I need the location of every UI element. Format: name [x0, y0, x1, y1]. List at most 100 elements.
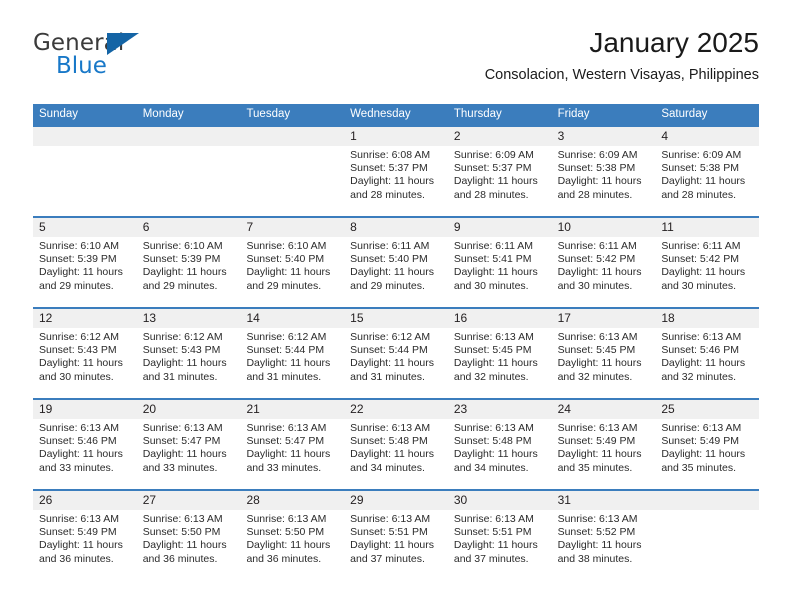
day-number[interactable]: 14: [240, 309, 344, 328]
day-number[interactable]: 24: [552, 400, 656, 419]
day-cell[interactable]: Sunrise: 6:09 AM Sunset: 5:38 PM Dayligh…: [552, 146, 656, 216]
day-number[interactable]: 5: [33, 218, 137, 237]
day-cell[interactable]: [137, 146, 241, 216]
day-number[interactable]: [655, 491, 759, 510]
day-cell[interactable]: Sunrise: 6:13 AM Sunset: 5:45 PM Dayligh…: [448, 328, 552, 398]
week-row: 1 2 3 4 Sunrise: 6:08 AM Sunset: 5:37 PM…: [33, 125, 759, 216]
day-cell[interactable]: Sunrise: 6:09 AM Sunset: 5:37 PM Dayligh…: [448, 146, 552, 216]
day-number[interactable]: 31: [552, 491, 656, 510]
sunset-text: Sunset: 5:51 PM: [453, 526, 532, 539]
sunrise-text: Sunrise: 6:10 AM: [142, 240, 223, 252]
day-cell[interactable]: Sunrise: 6:09 AM Sunset: 5:38 PM Dayligh…: [655, 146, 759, 216]
sunrise-text: Sunrise: 6:09 AM: [557, 149, 638, 161]
day-number[interactable]: 11: [655, 218, 759, 237]
day-cell[interactable]: Sunrise: 6:13 AM Sunset: 5:49 PM Dayligh…: [552, 419, 656, 489]
day-cell[interactable]: Sunrise: 6:13 AM Sunset: 5:48 PM Dayligh…: [344, 419, 448, 489]
day-cell[interactable]: Sunrise: 6:13 AM Sunset: 5:49 PM Dayligh…: [655, 419, 759, 489]
sunset-text: Sunset: 5:37 PM: [350, 162, 428, 175]
sunrise-text: Sunrise: 6:13 AM: [246, 513, 327, 525]
day-cell[interactable]: Sunrise: 6:13 AM Sunset: 5:46 PM Dayligh…: [655, 328, 759, 398]
sunrise-text: Sunrise: 6:13 AM: [246, 422, 327, 434]
sunset-text: Sunset: 5:52 PM: [557, 526, 636, 539]
day-number[interactable]: [33, 127, 137, 146]
daylight-text-line2: and 30 minutes.: [453, 279, 529, 292]
day-cell[interactable]: Sunrise: 6:13 AM Sunset: 5:51 PM Dayligh…: [344, 510, 448, 580]
day-cell[interactable]: Sunrise: 6:10 AM Sunset: 5:39 PM Dayligh…: [33, 237, 137, 307]
day-number[interactable]: 19: [33, 400, 137, 419]
day-cell[interactable]: Sunrise: 6:13 AM Sunset: 5:52 PM Dayligh…: [552, 510, 656, 580]
day-number[interactable]: 15: [344, 309, 448, 328]
day-cell[interactable]: [655, 510, 759, 580]
week-detail-band: Sunrise: 6:13 AM Sunset: 5:49 PM Dayligh…: [33, 510, 759, 580]
sunset-text: Sunset: 5:47 PM: [246, 435, 325, 448]
day-number[interactable]: 12: [33, 309, 137, 328]
day-number[interactable]: 27: [137, 491, 241, 510]
day-number[interactable]: 18: [655, 309, 759, 328]
day-number[interactable]: 23: [448, 400, 552, 419]
day-cell[interactable]: Sunrise: 6:13 AM Sunset: 5:51 PM Dayligh…: [448, 510, 552, 580]
day-cell[interactable]: Sunrise: 6:11 AM Sunset: 5:42 PM Dayligh…: [655, 237, 759, 307]
day-cell[interactable]: Sunrise: 6:11 AM Sunset: 5:42 PM Dayligh…: [552, 237, 656, 307]
sunset-text: Sunset: 5:38 PM: [661, 162, 739, 175]
day-number[interactable]: [137, 127, 241, 146]
day-cell[interactable]: Sunrise: 6:13 AM Sunset: 5:50 PM Dayligh…: [240, 510, 344, 580]
daylight-text-line2: and 37 minutes.: [453, 552, 529, 565]
day-cell[interactable]: Sunrise: 6:10 AM Sunset: 5:39 PM Dayligh…: [137, 237, 241, 307]
day-cell[interactable]: Sunrise: 6:08 AM Sunset: 5:37 PM Dayligh…: [344, 146, 448, 216]
day-cell[interactable]: Sunrise: 6:13 AM Sunset: 5:48 PM Dayligh…: [448, 419, 552, 489]
sunrise-text: Sunrise: 6:11 AM: [453, 240, 534, 252]
daylight-text-line1: Daylight: 11 hours: [246, 266, 331, 279]
day-number[interactable]: 2: [448, 127, 552, 146]
sunrise-text: Sunrise: 6:13 AM: [661, 331, 742, 343]
day-cell[interactable]: Sunrise: 6:13 AM Sunset: 5:50 PM Dayligh…: [137, 510, 241, 580]
daylight-text-line2: and 29 minutes.: [350, 279, 425, 292]
daylight-text-line2: and 33 minutes.: [142, 461, 218, 474]
day-cell[interactable]: Sunrise: 6:13 AM Sunset: 5:49 PM Dayligh…: [33, 510, 137, 580]
day-cell[interactable]: Sunrise: 6:13 AM Sunset: 5:47 PM Dayligh…: [137, 419, 241, 489]
day-cell[interactable]: [33, 146, 137, 216]
day-number[interactable]: 8: [344, 218, 448, 237]
day-number[interactable]: 1: [344, 127, 448, 146]
sunrise-text: Sunrise: 6:13 AM: [39, 513, 119, 525]
day-number[interactable]: 7: [240, 218, 344, 237]
day-number[interactable]: 25: [655, 400, 759, 419]
day-cell[interactable]: Sunrise: 6:13 AM Sunset: 5:46 PM Dayligh…: [33, 419, 137, 489]
week-day-number-band: 19 20 21 22 23 24 25: [33, 400, 759, 419]
day-number[interactable]: 22: [344, 400, 448, 419]
day-number[interactable]: 6: [137, 218, 241, 237]
day-cell[interactable]: Sunrise: 6:13 AM Sunset: 5:47 PM Dayligh…: [240, 419, 344, 489]
day-number[interactable]: 10: [552, 218, 656, 237]
title-block: January 2025 Consolacion, Western Visaya…: [485, 26, 759, 84]
daylight-text-line1: Daylight: 11 hours: [557, 448, 642, 461]
day-number[interactable]: [240, 127, 344, 146]
day-cell[interactable]: Sunrise: 6:11 AM Sunset: 5:41 PM Dayligh…: [448, 237, 552, 307]
day-number[interactable]: 30: [448, 491, 552, 510]
sunset-text: Sunset: 5:50 PM: [246, 526, 325, 539]
daylight-text-line1: Daylight: 11 hours: [661, 357, 746, 370]
day-cell[interactable]: Sunrise: 6:12 AM Sunset: 5:43 PM Dayligh…: [137, 328, 241, 398]
day-number[interactable]: 3: [552, 127, 656, 146]
day-number[interactable]: 17: [552, 309, 656, 328]
daylight-text-line1: Daylight: 11 hours: [350, 539, 435, 552]
day-number[interactable]: 20: [137, 400, 241, 419]
day-number[interactable]: 29: [344, 491, 448, 510]
day-number[interactable]: 4: [655, 127, 759, 146]
day-number[interactable]: 13: [137, 309, 241, 328]
day-number[interactable]: 21: [240, 400, 344, 419]
general-blue-logo[interactable]: General Blue: [33, 30, 173, 82]
day-cell[interactable]: Sunrise: 6:10 AM Sunset: 5:40 PM Dayligh…: [240, 237, 344, 307]
day-number[interactable]: 26: [33, 491, 137, 510]
day-cell[interactable]: Sunrise: 6:12 AM Sunset: 5:43 PM Dayligh…: [33, 328, 137, 398]
daylight-text-line1: Daylight: 11 hours: [246, 357, 331, 370]
daylight-text-line1: Daylight: 11 hours: [453, 266, 538, 279]
day-number[interactable]: 28: [240, 491, 344, 510]
sunset-text: Sunset: 5:49 PM: [661, 435, 739, 448]
daylight-text-line1: Daylight: 11 hours: [661, 448, 746, 461]
day-cell[interactable]: Sunrise: 6:12 AM Sunset: 5:44 PM Dayligh…: [344, 328, 448, 398]
day-cell[interactable]: Sunrise: 6:11 AM Sunset: 5:40 PM Dayligh…: [344, 237, 448, 307]
day-cell[interactable]: Sunrise: 6:13 AM Sunset: 5:45 PM Dayligh…: [552, 328, 656, 398]
day-cell[interactable]: [240, 146, 344, 216]
day-number[interactable]: 16: [448, 309, 552, 328]
day-number[interactable]: 9: [448, 218, 552, 237]
day-cell[interactable]: Sunrise: 6:12 AM Sunset: 5:44 PM Dayligh…: [240, 328, 344, 398]
